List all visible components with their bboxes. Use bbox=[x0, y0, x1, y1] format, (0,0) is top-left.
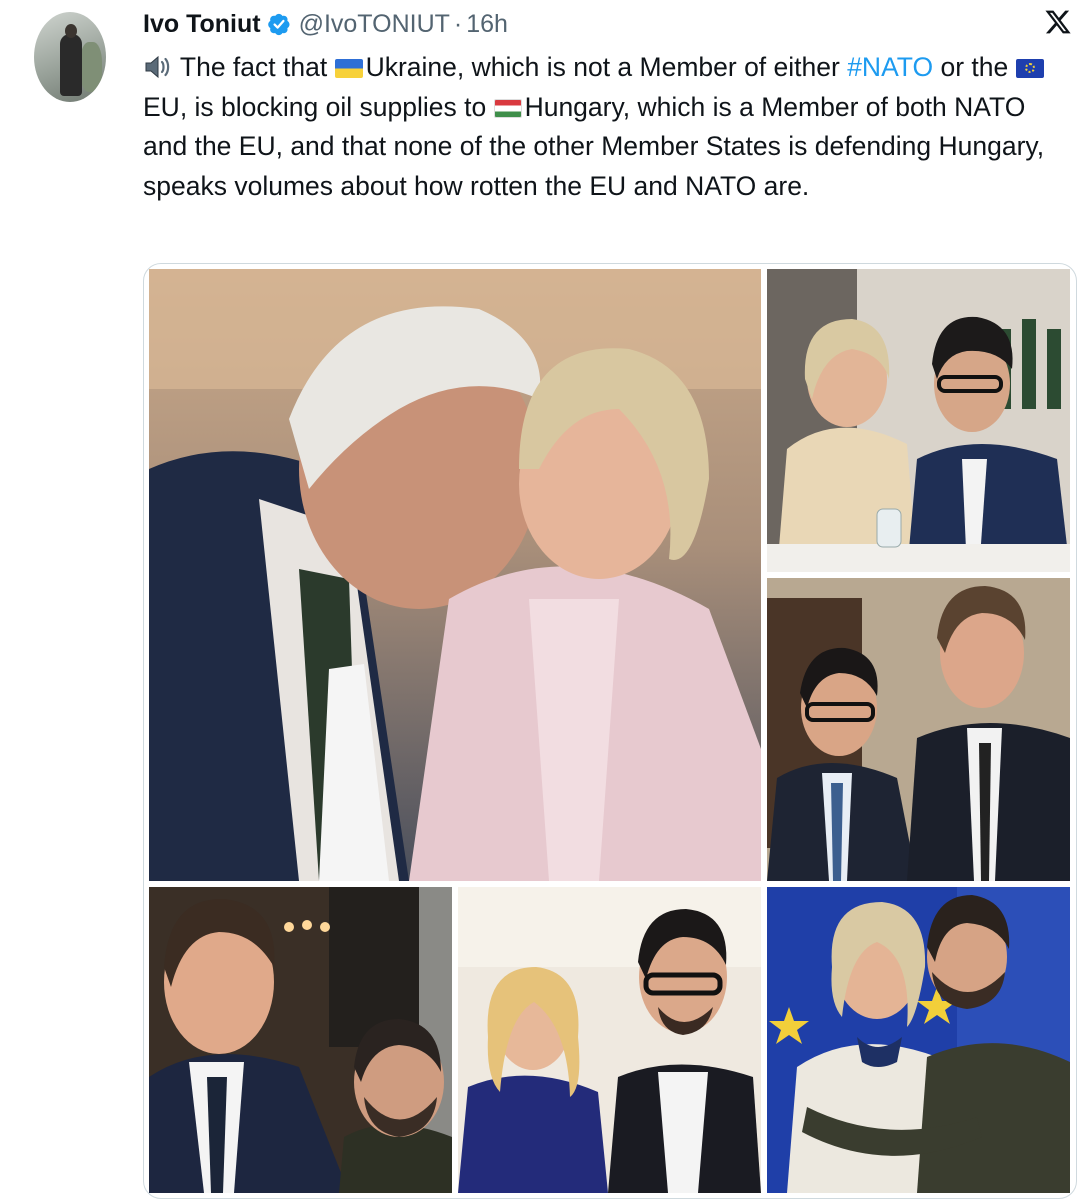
media-photo[interactable] bbox=[458, 887, 761, 1193]
author-handle[interactable]: @IvoTONIUT bbox=[299, 10, 450, 39]
hashtag-link[interactable]: #NATO bbox=[847, 52, 933, 82]
author-avatar[interactable] bbox=[34, 12, 106, 102]
tweet-timestamp[interactable]: 16h bbox=[466, 10, 508, 39]
tweet-text-segment: EU, is blocking oil supplies to bbox=[143, 91, 494, 122]
avatar-figure bbox=[60, 34, 82, 96]
speaker-icon bbox=[145, 55, 170, 79]
author-display-name[interactable]: Ivo Toniut bbox=[143, 10, 261, 39]
eu-flag-icon bbox=[1015, 59, 1044, 78]
media-photo[interactable] bbox=[149, 887, 452, 1193]
tweet-media-collage[interactable] bbox=[143, 263, 1077, 1199]
tweet-text-segment: or the bbox=[933, 52, 1016, 82]
x-logo-icon[interactable] bbox=[1044, 8, 1072, 36]
verified-badge-icon bbox=[267, 13, 290, 36]
tweet-header: Ivo Toniut @IvoTONIUT · 16h bbox=[143, 6, 508, 42]
media-photo[interactable] bbox=[767, 578, 1070, 881]
ukraine-flag-icon bbox=[334, 59, 363, 78]
tweet-text-segment: Ukraine, which is not a Member of either bbox=[365, 52, 848, 82]
media-photo[interactable] bbox=[767, 887, 1070, 1193]
media-photo[interactable] bbox=[767, 269, 1070, 572]
tweet-text: The fact that Ukraine, which is not a Me… bbox=[143, 48, 1068, 206]
avatar-figure-head bbox=[65, 24, 77, 38]
avatar-background bbox=[80, 42, 102, 92]
header-separator: · bbox=[453, 9, 463, 38]
media-photo[interactable] bbox=[149, 269, 761, 881]
tweet-text-segment: The fact that bbox=[179, 52, 335, 82]
hungary-flag-icon bbox=[493, 98, 522, 118]
